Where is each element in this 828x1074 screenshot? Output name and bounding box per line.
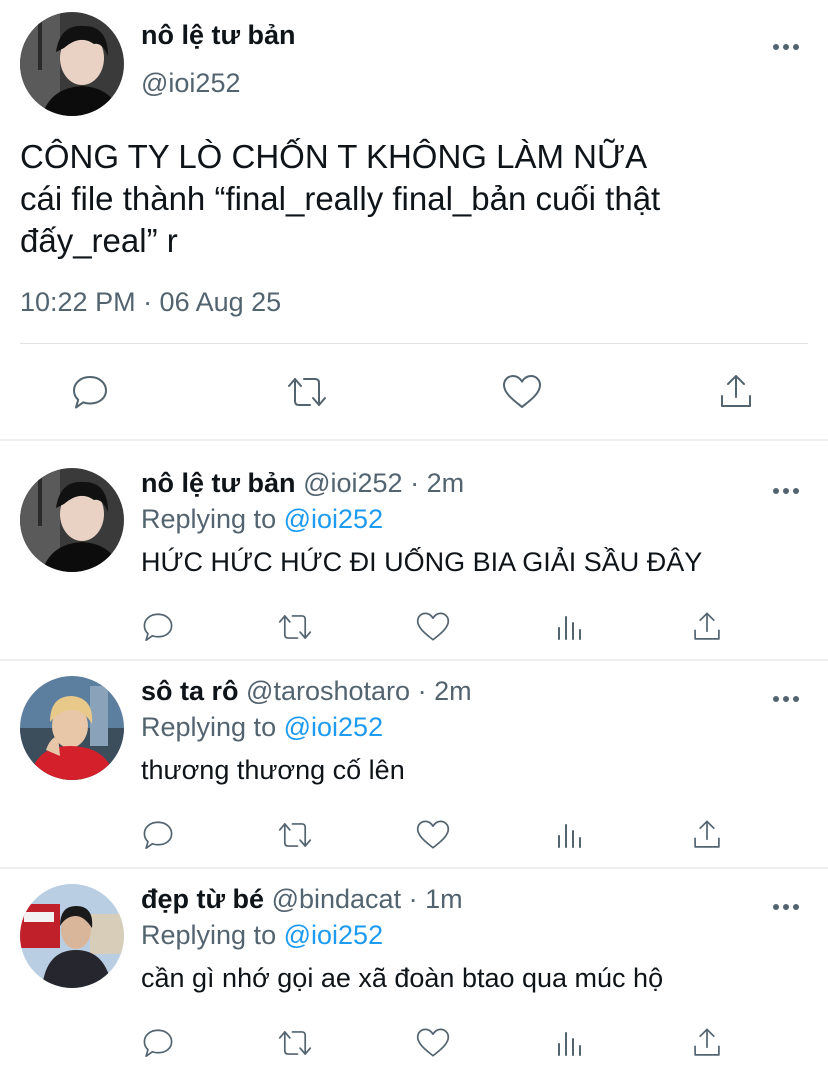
replying-to: Replying to @ioi252 (141, 920, 383, 951)
reply-header: đẹp từ bé @bindacat · 1m (141, 884, 463, 915)
reply-time[interactable]: 1m (425, 884, 463, 914)
retweet-icon[interactable] (276, 1026, 314, 1060)
avatar[interactable] (20, 884, 124, 988)
reply-icon[interactable] (141, 818, 175, 852)
tweet-text-line: CÔNG TY LÒ CHỐN T KHÔNG LÀM NỮA (20, 138, 648, 175)
divider (0, 867, 828, 869)
reply-text: thương thương cố lên (141, 755, 405, 785)
reply-icon[interactable] (70, 372, 110, 412)
display-name[interactable]: nô lệ tư bản (141, 468, 296, 498)
share-icon[interactable] (716, 372, 756, 412)
tweet-text-line: đấy_real” r (20, 222, 178, 259)
divider (20, 343, 808, 344)
reply-tweet[interactable]: nô lệ tư bản @ioi252 · 2m Replying to @i… (0, 456, 828, 659)
share-icon[interactable] (690, 818, 724, 852)
display-name[interactable]: nô lệ tư bản (141, 20, 296, 51)
more-options-icon[interactable] (772, 486, 802, 496)
views-icon[interactable] (555, 612, 585, 642)
reply-header: sô ta rô @taroshotaro · 2m (141, 676, 472, 707)
tweet-text-line: cái file thành “final_really final_bản c… (20, 180, 661, 217)
replying-to-label: Replying to (141, 712, 277, 742)
reply-time[interactable]: 2m (427, 468, 465, 498)
display-name[interactable]: đẹp từ bé (141, 884, 264, 914)
avatar[interactable] (20, 468, 124, 572)
user-handle[interactable]: @ioi252 (303, 468, 402, 498)
like-icon[interactable] (414, 610, 452, 644)
reply-tweet[interactable]: đẹp từ bé @bindacat · 1m Replying to @io… (0, 872, 828, 1074)
user-handle[interactable]: @taroshotaro (246, 676, 410, 706)
reply-text: cần gì nhớ gọi ae xã đoàn btao qua múc h… (141, 963, 664, 993)
more-options-icon[interactable] (772, 694, 802, 704)
more-options-icon[interactable] (772, 902, 802, 912)
reply-text: HỨC HỨC HỨC ĐI UỐNG BIA GIẢI SẦU ĐÂY (141, 547, 703, 577)
avatar[interactable] (20, 676, 124, 780)
user-handle[interactable]: @bindacat (272, 884, 402, 914)
main-tweet: nô lệ tư bản @ioi252 CÔNG TY LÒ CHỐN T K… (0, 0, 828, 440)
separator: · (410, 468, 420, 498)
divider (0, 659, 828, 661)
mention-link[interactable]: @ioi252 (284, 504, 383, 534)
user-handle[interactable]: @ioi252 (141, 68, 240, 99)
more-options-icon[interactable] (772, 42, 802, 52)
retweet-icon[interactable] (285, 372, 329, 412)
mention-link[interactable]: @ioi252 (284, 712, 383, 742)
reply-header: nô lệ tư bản @ioi252 · 2m (141, 468, 464, 499)
like-icon[interactable] (414, 818, 452, 852)
reply-icon[interactable] (141, 610, 175, 644)
share-icon[interactable] (690, 1026, 724, 1060)
divider (0, 439, 828, 441)
replying-to: Replying to @ioi252 (141, 504, 383, 535)
mention-link[interactable]: @ioi252 (284, 920, 383, 950)
retweet-icon[interactable] (276, 818, 314, 852)
tweet-timestamp[interactable]: 10:22 PM · 06 Aug 25 (20, 287, 281, 318)
retweet-icon[interactable] (276, 610, 314, 644)
display-name[interactable]: sô ta rô (141, 676, 239, 706)
avatar[interactable] (20, 12, 124, 116)
tweet-text: CÔNG TY LÒ CHỐN T KHÔNG LÀM NỮA cái file… (20, 136, 810, 262)
separator: · (417, 676, 427, 706)
views-icon[interactable] (555, 1028, 585, 1058)
replying-to-label: Replying to (141, 504, 277, 534)
reply-tweet[interactable]: sô ta rô @taroshotaro · 2m Replying to @… (0, 664, 828, 867)
separator: · (408, 884, 418, 914)
share-icon[interactable] (690, 610, 724, 644)
replying-to-label: Replying to (141, 920, 277, 950)
reply-icon[interactable] (141, 1026, 175, 1060)
like-icon[interactable] (500, 372, 544, 412)
like-icon[interactable] (414, 1026, 452, 1060)
replying-to: Replying to @ioi252 (141, 712, 383, 743)
reply-time[interactable]: 2m (434, 676, 472, 706)
views-icon[interactable] (555, 820, 585, 850)
